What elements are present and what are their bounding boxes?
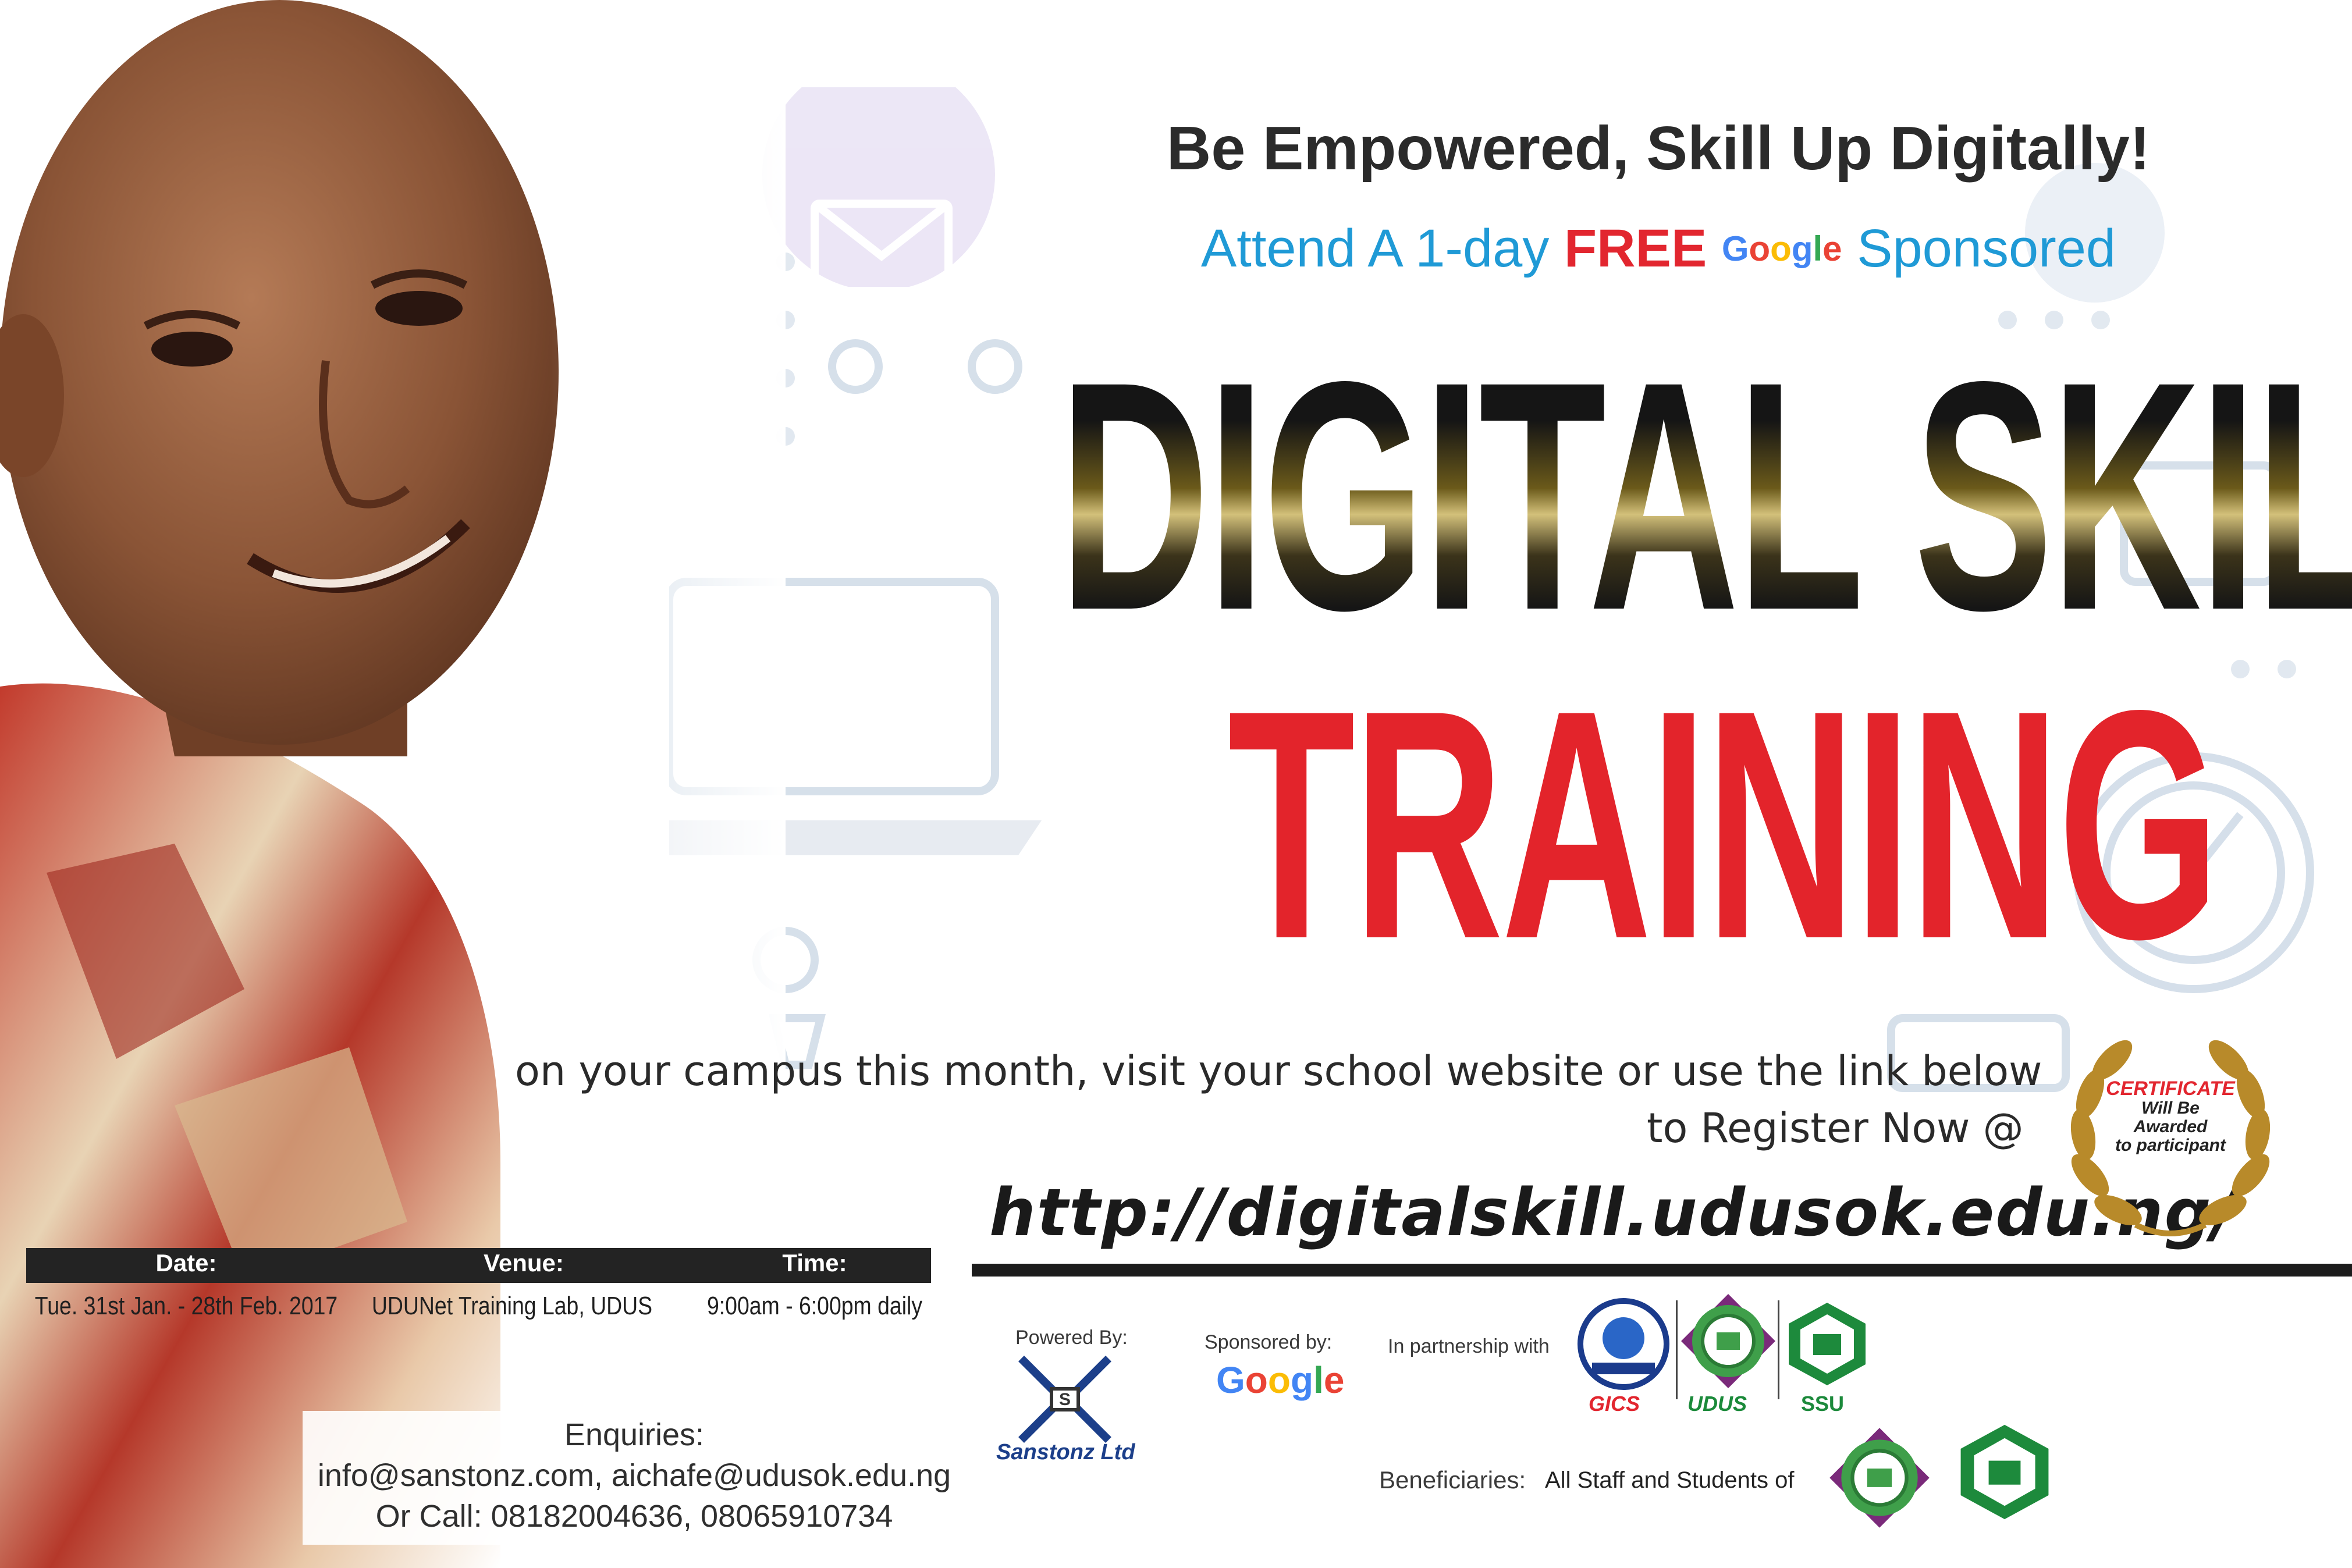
divider-bar [972, 1264, 2352, 1277]
seal-certificate: CERTIFICATE [2106, 1078, 2235, 1100]
info-time-value: 9:00am - 6:00pm daily [706, 1292, 923, 1320]
beneficiaries-text: All Staff and Students of [1545, 1467, 1795, 1493]
gics-label: GICS [1589, 1392, 1640, 1416]
info-header-date: Date: [155, 1249, 217, 1277]
title-training: TRAINING [1228, 642, 2220, 1007]
headline: Be Empowered, Skill Up Digitally! [1166, 114, 2151, 183]
ssu-label: SSU [1801, 1392, 1845, 1416]
seal-will-be: Will Be [2141, 1098, 2200, 1118]
info-header-venue: Venue: [484, 1249, 564, 1277]
ssu-logo-icon [1789, 1303, 1866, 1385]
partner-separator [1676, 1300, 1678, 1399]
powered-by-label: Powered By: [1015, 1327, 1128, 1349]
subline-free: FREE [1564, 219, 1707, 278]
seal-awarded: Awarded [2133, 1117, 2208, 1136]
beneficiaries-label: Beneficiaries: [1379, 1466, 1526, 1494]
partnership-label: In partnership with [1388, 1335, 1550, 1357]
info-header-time: Time: [782, 1249, 847, 1277]
udus-label: UDUS [1687, 1392, 1747, 1416]
title-digital-skill: DIGITAL SKILL [1059, 308, 2352, 683]
register-text: to Register Now @ [1647, 1104, 2024, 1152]
subline-sponsored: Sponsored [1857, 219, 2116, 278]
google-logo-text: Google [1721, 229, 1842, 268]
enquiries-phones[interactable]: Or Call: 08182004636, 08065910734 [303, 1498, 966, 1534]
sanstonz-label: Sanstonz Ltd [996, 1440, 1135, 1464]
partner-separator-2 [1778, 1300, 1779, 1399]
svg-text:S: S [1059, 1390, 1071, 1409]
enquiries-emails[interactable]: info@sanstonz.com, aichafe@udusok.edu.ng [303, 1457, 966, 1494]
seal-to-participant: to participant [2115, 1136, 2226, 1155]
subline: Attend A 1-day FREE Google Sponsored [1106, 218, 2211, 279]
google-sponsor-logo: Google [1216, 1359, 1345, 1401]
sanstonz-logo-icon: S [1018, 1356, 1111, 1443]
gics-logo-icon [1578, 1298, 1669, 1390]
udus-logo-icon [1681, 1294, 1775, 1388]
udus-beneficiary-logo-icon [1829, 1428, 1930, 1528]
poster: Be Empowered, Skill Up Digitally! Attend… [0, 0, 2352, 1568]
info-venue-value: UDUNet Training Lab, UDUS [371, 1292, 653, 1320]
ssu-beneficiary-logo-icon [1960, 1424, 2049, 1520]
sponsored-by-label: Sponsored by: [1205, 1331, 1333, 1353]
enquiries-title: Enquiries: [564, 1417, 705, 1452]
presenter-photo [0, 0, 786, 1568]
subline-attend: Attend A 1-day [1200, 219, 1550, 278]
campus-text: on your campus this month, visit your sc… [515, 1047, 2042, 1095]
info-date-value: Tue. 31st Jan. - 28th Feb. 2017 [34, 1292, 338, 1320]
